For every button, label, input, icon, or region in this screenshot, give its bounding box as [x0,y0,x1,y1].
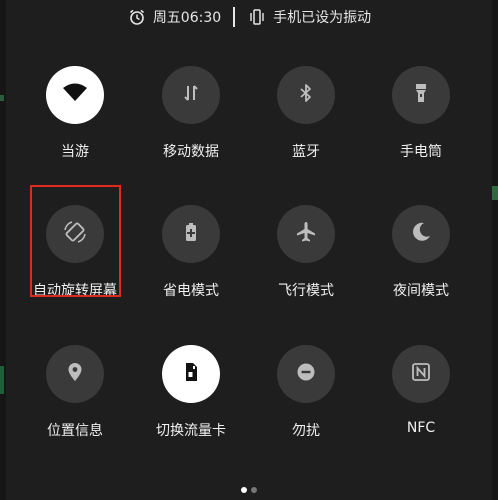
do-not-disturb-icon [295,361,317,387]
highlight-box [30,185,121,297]
tile-nfc-toggle[interactable] [392,345,450,403]
tile-battery-saver[interactable]: 省电模式 [136,205,246,305]
tile-night-mode-toggle[interactable] [392,205,450,263]
tile-bluetooth-toggle[interactable] [277,66,335,124]
tile-label: 省电模式 [163,283,219,299]
tile-flashlight[interactable]: 手电筒 [366,66,476,166]
tile-label: 位置信息 [47,423,103,439]
moon-icon [409,220,433,248]
flashlight-icon [410,82,432,108]
tile-label: 勿扰 [292,423,320,439]
bluetooth-icon [295,82,317,108]
page-indicator[interactable] [241,487,257,493]
tile-night-mode[interactable]: 夜间模式 [366,205,476,305]
tile-mobile-data[interactable]: 移动数据 [136,66,246,166]
tile-battery-saver-toggle[interactable] [162,205,220,263]
location-icon [64,361,86,387]
tile-location[interactable]: 位置信息 [20,345,130,445]
page-dot[interactable] [251,487,257,493]
tile-label: 飞行模式 [278,283,334,299]
tile-label: 切换流量卡 [156,423,226,439]
nfc-icon [410,361,432,387]
tile-wifi[interactable]: 当游 [20,66,130,166]
tile-label: 蓝牙 [292,144,320,160]
quick-settings-screen: 周五06:30 手机已设为振动 当游 移动数据 蓝牙 手电筒 自动旋转屏幕 省电… [0,0,498,500]
tile-nfc[interactable]: NFC [366,345,476,445]
background-edge [492,186,498,200]
tile-do-not-disturb[interactable]: 勿扰 [251,345,361,445]
tile-label: 移动数据 [163,144,219,160]
vibrate-status-text: 手机已设为振动 [273,10,372,26]
tile-location-toggle[interactable] [46,345,104,403]
airplane-icon [294,220,318,248]
alarm-clock-icon [127,7,147,27]
background-edge [0,366,4,394]
page-dot-active[interactable] [241,487,247,493]
tile-sim-switch-toggle[interactable] [162,345,220,403]
tile-wifi-toggle[interactable] [46,66,104,124]
tile-label: 夜间模式 [393,283,449,299]
tile-airplane-toggle[interactable] [277,205,335,263]
status-separator [233,7,236,27]
sim-card-icon [180,361,202,387]
vibrate-icon [247,7,267,27]
tile-label: 当游 [61,144,89,160]
background-edge [0,95,4,101]
mobile-data-icon [180,82,202,108]
tile-do-not-disturb-toggle[interactable] [277,345,335,403]
tile-flashlight-toggle[interactable] [392,66,450,124]
tile-bluetooth[interactable]: 蓝牙 [251,66,361,166]
wifi-icon [62,80,88,110]
status-time: 周五06:30 [152,10,222,26]
status-bar: 周五06:30 手机已设为振动 [0,6,498,28]
tile-label: 手电筒 [400,144,442,160]
tile-sim-switch[interactable]: 切换流量卡 [136,345,246,445]
tile-mobile-data-toggle[interactable] [162,66,220,124]
battery-saver-icon [180,221,202,247]
tile-airplane[interactable]: 飞行模式 [251,205,361,305]
tile-label: NFC [406,420,436,436]
